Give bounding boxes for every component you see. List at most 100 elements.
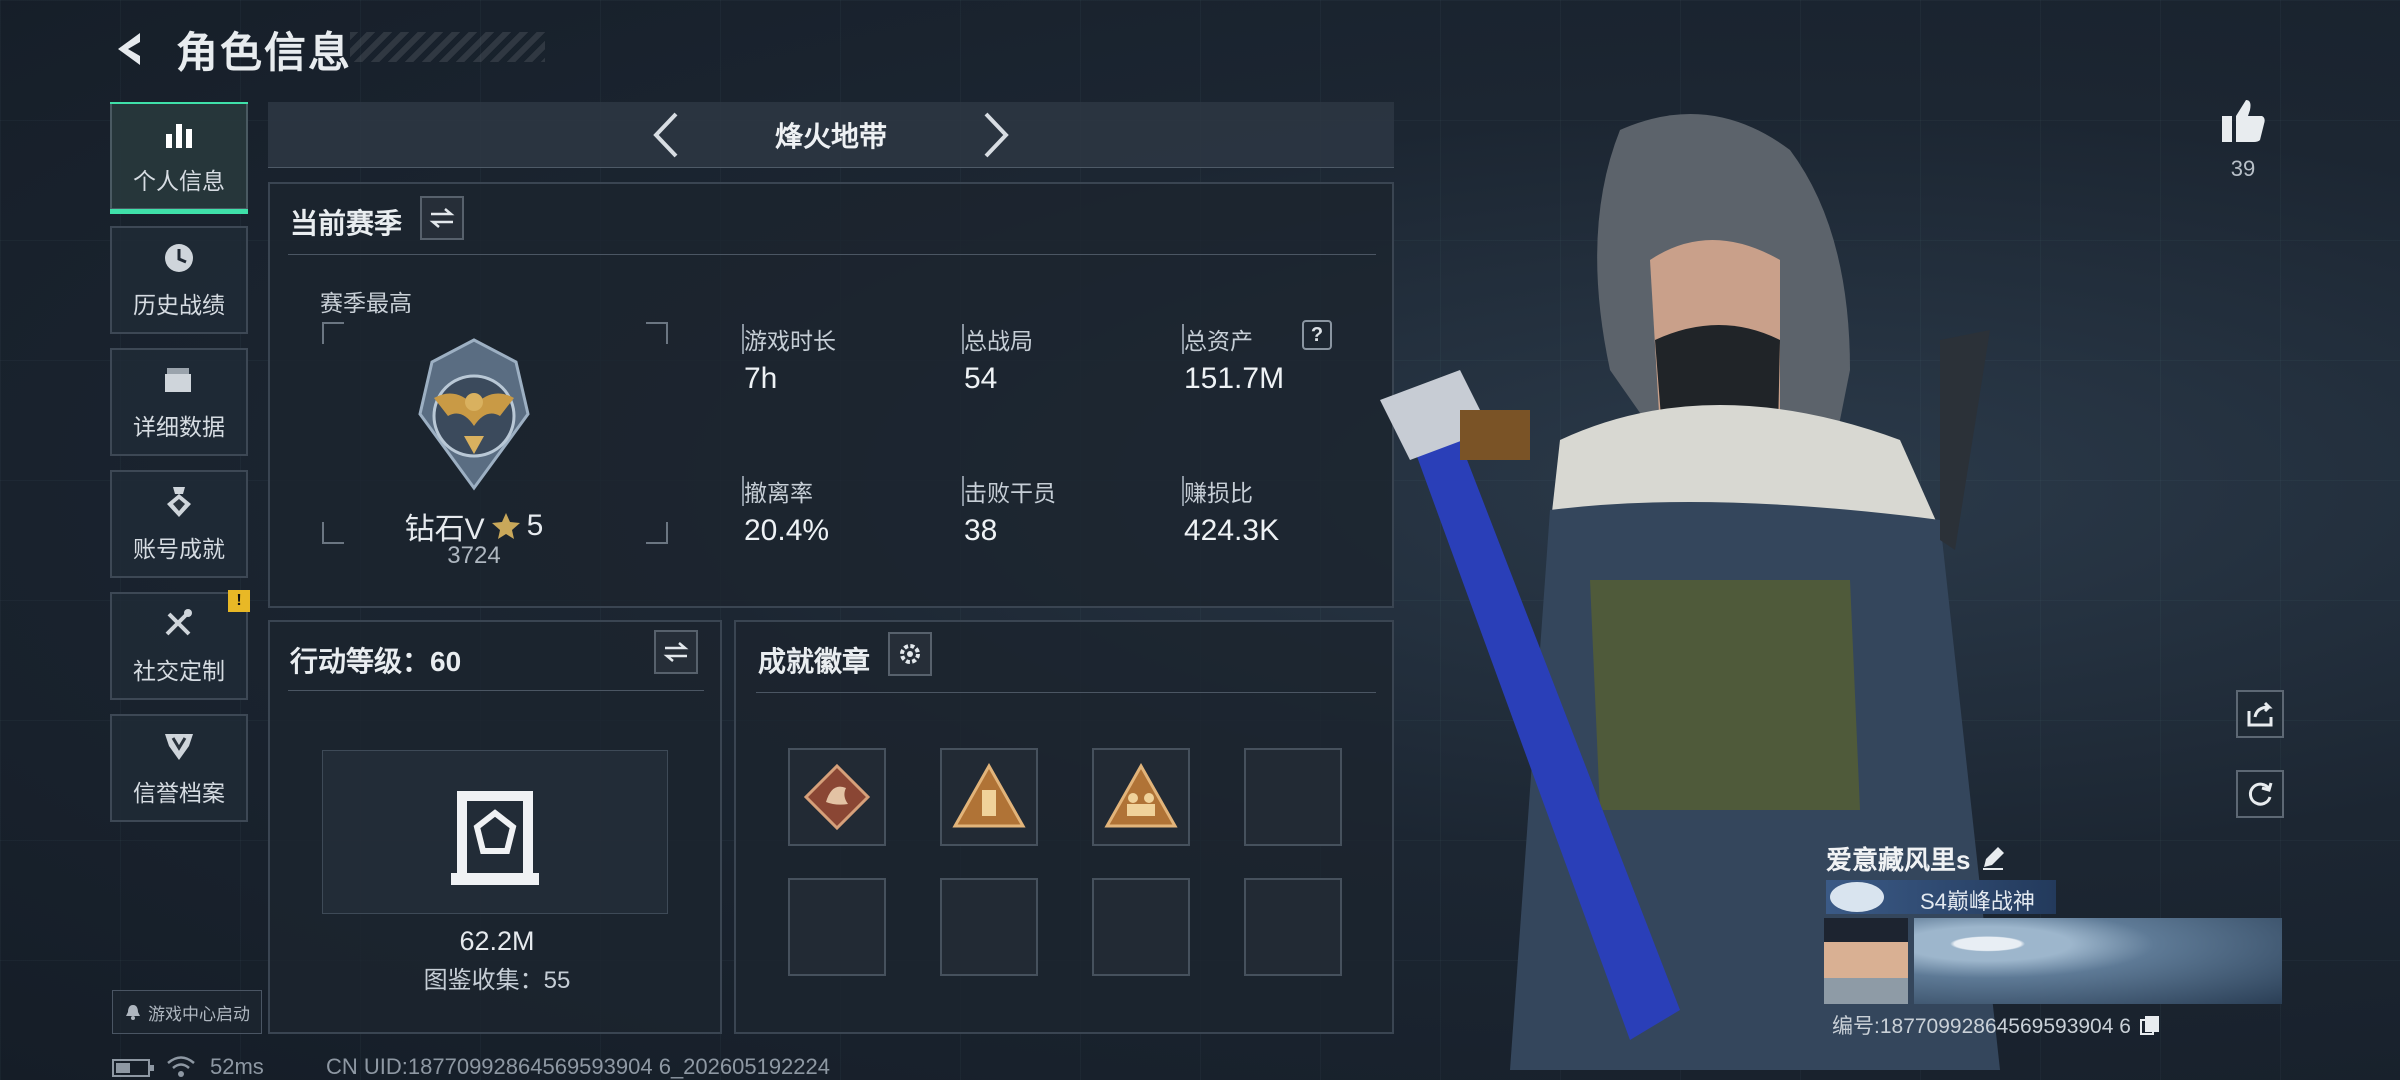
stat-label-play-time: 游戏时长 [744, 328, 836, 354]
frame-corner [322, 522, 344, 544]
like-count: 39 [2230, 156, 2256, 181]
prev-mode-button[interactable] [639, 105, 691, 165]
stat-label-operators-killed: 击败干员 [964, 480, 1056, 506]
player-name-row: 爱意藏风里s [1826, 838, 2306, 878]
season-best-label: 赛季最高 [320, 290, 412, 316]
share-button[interactable] [2236, 690, 2284, 738]
like-button[interactable] [2218, 96, 2268, 146]
profile-banner[interactable] [1914, 918, 2282, 1004]
thumbs-up-icon [2222, 100, 2265, 142]
stat-label-extract-rate: 撤离率 [744, 480, 813, 506]
achievement-badge-slot[interactable] [940, 748, 1038, 846]
title-stripe-decoration [350, 32, 545, 62]
swap-icon [429, 208, 455, 228]
player-name: 爱意藏风里s [1826, 844, 1971, 875]
history-clock-icon [165, 244, 193, 272]
action-level-title: 行动等级：60 [290, 646, 462, 677]
achievement-badge-slot-empty[interactable] [788, 878, 886, 976]
sidebar-item-achievements[interactable]: 账号成就 [110, 470, 248, 578]
squad-badge-icon [1104, 762, 1178, 828]
stat-label-profit-ratio: 赚损比 [1184, 480, 1253, 506]
action-level-panel: 行动等级：60 62.2M 图鉴收集：55 [268, 620, 722, 1034]
achievement-badge-slot-empty[interactable] [1244, 748, 1342, 846]
gear-icon [900, 644, 920, 664]
title-badge-text: S4巅峰战神 [1920, 889, 2035, 914]
sidebar-item-detail-data[interactable]: 详细数据 [110, 348, 248, 456]
rank-score: 3724 [447, 542, 501, 569]
bar-chart-icon [166, 124, 192, 148]
collection-case-icon [451, 791, 539, 885]
uid-text: CN UID:18770992864569593904 6_2026051922… [326, 1054, 831, 1079]
achievement-medal-icon [167, 487, 191, 517]
title-badge-bar: S4巅峰战神 [1826, 880, 2056, 914]
ping-text: 52ms [210, 1054, 264, 1079]
sidebar-item-history[interactable]: 历史战绩 [110, 226, 248, 334]
sidebar-item-label: 历史战绩 [133, 292, 225, 318]
dragon-badge-icon [803, 763, 871, 831]
action-level-switch-button[interactable] [654, 630, 698, 674]
share-icon [2247, 701, 2273, 727]
divider [288, 690, 704, 691]
chevron-left-icon [653, 112, 678, 157]
rank-stars: 5 [526, 509, 544, 542]
next-mode-button[interactable] [971, 105, 1023, 165]
chevron-right-icon [984, 112, 1009, 157]
battery-icon [112, 1059, 154, 1077]
stat-label-total-assets: 总资产 [1184, 328, 1253, 354]
current-season-panel: 当前赛季 赛季最高 钻石V 5 3724 游戏时长 7h 总战局 54 总资产 … [268, 182, 1394, 608]
achievements-settings-button[interactable] [888, 632, 932, 676]
stat-value-extract-rate: 20.4% [744, 514, 830, 547]
divider [288, 254, 1376, 255]
page-title: 角色信息 [176, 28, 353, 76]
notification-badge: ! [228, 590, 250, 612]
achievements-title: 成就徽章 [758, 646, 871, 677]
stat-value-operators-killed: 38 [964, 514, 998, 547]
collection-count: 图鉴收集：55 [423, 967, 571, 994]
season-switch-button[interactable] [420, 196, 464, 240]
sidebar-item-social-custom[interactable]: 社交定制 ! [110, 590, 250, 700]
stat-value-play-time: 7h [744, 362, 778, 395]
stat-value-total-assets: 151.7M [1184, 362, 1285, 395]
sidebar-item-reputation[interactable]: 信誉档案 [110, 714, 248, 822]
sidebar-item-personal-info[interactable]: 个人信息 [110, 102, 248, 214]
season-panel-title: 当前赛季 [290, 208, 403, 239]
edit-pencil-icon[interactable] [1980, 845, 2006, 871]
sidebar-item-label: 详细数据 [133, 414, 225, 440]
frame-corner [322, 322, 344, 344]
divider [756, 692, 1376, 693]
achievement-badge-slot[interactable] [788, 748, 886, 846]
achievement-badge-slot[interactable] [1092, 748, 1190, 846]
game-center-label: 游戏中心启动 [148, 1004, 250, 1024]
sidebar-item-label: 个人信息 [133, 168, 225, 194]
achievement-badge-slot-empty[interactable] [940, 878, 1038, 976]
collection-value: 62.2M [459, 926, 535, 956]
player-avatar[interactable] [1824, 918, 1908, 1004]
refresh-button[interactable] [2236, 770, 2284, 818]
frame-corner [646, 322, 668, 344]
achievement-badge-slot-empty[interactable] [1244, 878, 1342, 976]
frame-corner [646, 522, 668, 544]
refresh-icon [2248, 782, 2273, 806]
stat-value-total-matches: 54 [964, 362, 998, 395]
folder-icon [165, 368, 191, 392]
achievement-badge-slot-empty[interactable] [1092, 878, 1190, 976]
pyramid-badge-icon [952, 762, 1026, 828]
diamond-rank-emblem-icon [418, 338, 530, 491]
title-badge-emblem [1830, 882, 1884, 912]
star-icon [491, 513, 520, 539]
sidebar-item-label: 账号成就 [133, 536, 225, 562]
copy-icon[interactable] [2139, 1014, 2161, 1036]
sidebar-item-label: 社交定制 [133, 658, 225, 684]
collection-frame [322, 750, 668, 914]
player-id: 编号:18770992864569593904 6 [1832, 1015, 2131, 1038]
back-arrow-icon[interactable] [110, 27, 154, 71]
bell-icon [126, 1005, 140, 1020]
game-center-launch-button[interactable]: 游戏中心启动 [112, 990, 262, 1034]
sidebar-item-label: 信誉档案 [133, 780, 225, 806]
shield-emblem-icon [165, 734, 193, 760]
swap-icon [663, 642, 689, 662]
player-id-row: 编号:18770992864569593904 6 [1832, 1010, 2161, 1040]
achievements-panel: 成就徽章 [734, 620, 1394, 1034]
mode-switch-bar: 烽火地带 [268, 102, 1394, 168]
help-icon[interactable]: ? [1302, 320, 1332, 350]
